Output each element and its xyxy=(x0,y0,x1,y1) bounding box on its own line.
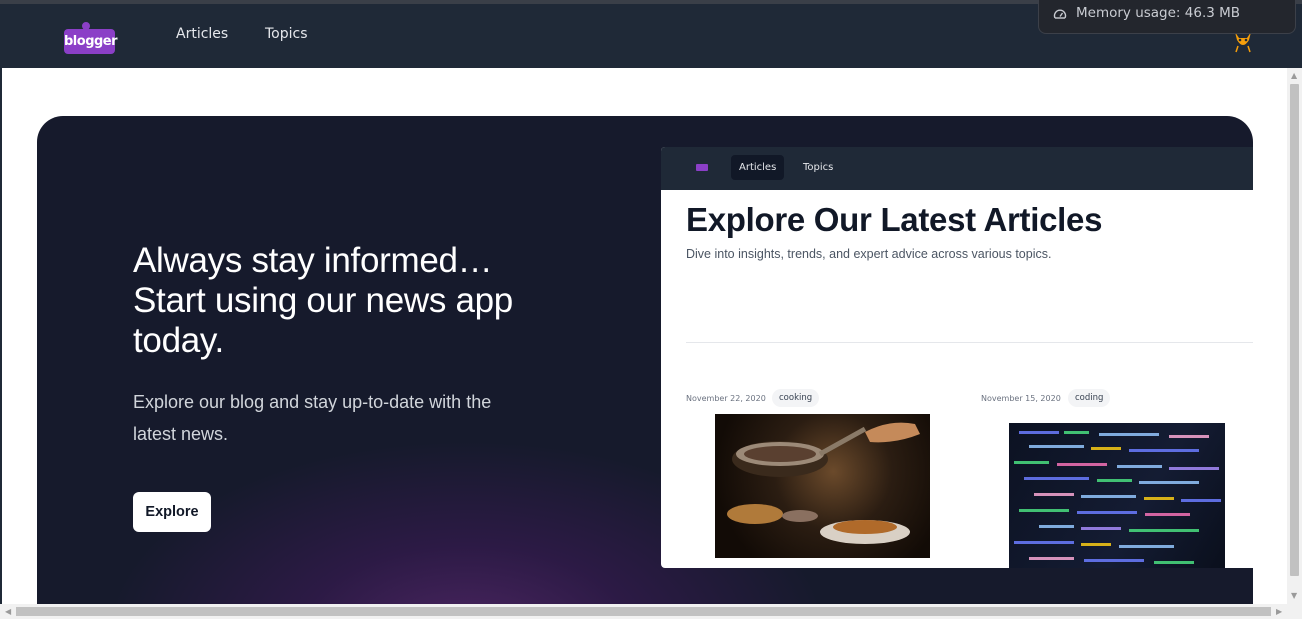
article-tag: coding xyxy=(1068,389,1111,407)
vertical-scrollbar[interactable]: ▲ ▼ xyxy=(1287,68,1302,604)
preview-title: Explore Our Latest Articles xyxy=(686,201,1103,238)
preview-tab-topics: Topics xyxy=(803,162,834,173)
cooking-photo-art xyxy=(727,422,920,544)
horizontal-scrollbar[interactable]: ◀ ▶ xyxy=(0,604,1302,619)
nav-link-topics[interactable]: Topics xyxy=(265,26,308,42)
article-tag: cooking xyxy=(772,389,820,407)
hero-headline: Always stay informed… Start using our ne… xyxy=(133,241,513,360)
preview-navbar: Articles Topics xyxy=(661,147,1253,190)
preview-subtitle: Dive into insights, trends, and expert a… xyxy=(686,247,1052,261)
article-date: November 22, 2020 xyxy=(686,394,766,403)
scroll-up-arrow-icon[interactable]: ▲ xyxy=(1291,72,1297,80)
memory-usage-popup: Memory usage: 46.3 MB xyxy=(1038,0,1296,34)
hero-subtext: Explore our blog and stay up-to-date wit… xyxy=(133,392,492,444)
preview-tab-articles: Articles xyxy=(731,155,785,180)
logo-text: blogger xyxy=(64,29,118,54)
explore-button[interactable]: Explore xyxy=(133,492,211,532)
code-photo xyxy=(1009,423,1225,568)
cooking-photo xyxy=(715,414,930,558)
blogger-logo[interactable]: blogger xyxy=(64,20,118,54)
app-preview-screenshot: Articles Topics Explore Our Latest Artic… xyxy=(661,147,1253,568)
article-date: November 15, 2020 xyxy=(981,394,1061,403)
scroll-right-arrow-icon[interactable]: ▶ xyxy=(1276,608,1282,616)
scroll-down-arrow-icon[interactable]: ▼ xyxy=(1291,592,1297,600)
code-photo-art xyxy=(1014,431,1221,564)
memory-usage-text: Memory usage: 46.3 MB xyxy=(1076,5,1241,21)
gauge-icon xyxy=(1053,9,1067,19)
vertical-scroll-thumb[interactable] xyxy=(1290,84,1299,576)
horizontal-scroll-thumb[interactable] xyxy=(16,607,1271,616)
scroll-left-arrow-icon[interactable]: ◀ xyxy=(5,608,11,616)
preview-divider xyxy=(686,342,1253,343)
preview-logo-icon xyxy=(696,164,708,171)
nav-link-articles[interactable]: Articles xyxy=(176,26,228,42)
left-edge-bar xyxy=(0,68,2,604)
